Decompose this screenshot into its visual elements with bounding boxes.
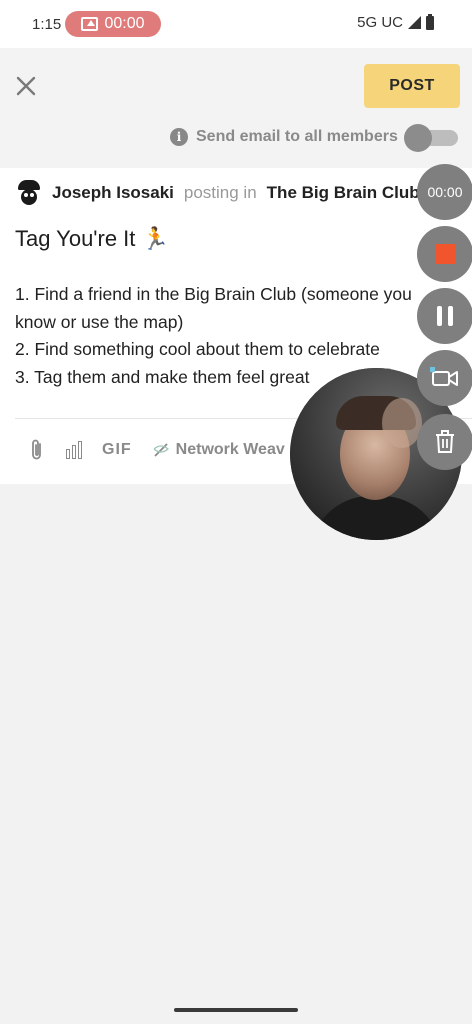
post-title[interactable]: Tag You're It 🏃 — [15, 226, 169, 252]
toggle-camera-button[interactable] — [417, 350, 472, 406]
paperclip-icon[interactable] — [28, 438, 46, 462]
signal-icon — [408, 16, 421, 29]
post-toolbar: GIF Network Weav — [28, 438, 285, 462]
network-label: 5G UC — [357, 14, 403, 31]
send-email-toggle[interactable] — [404, 124, 460, 152]
network-weaver-button[interactable]: Network Weav — [152, 441, 285, 459]
post-button[interactable]: POST — [364, 64, 460, 108]
screen-recording-pill[interactable]: 00:00 — [65, 11, 161, 37]
screen-record-icon — [81, 17, 99, 31]
compose-header: POST i Send email to all members — [0, 48, 472, 168]
posting-in-label: posting in — [183, 183, 257, 202]
video-camera-icon — [430, 367, 458, 386]
pause-recording-button[interactable] — [417, 288, 472, 344]
author-row: Joseph Isosaki posting in The Big Brain … — [16, 180, 440, 206]
status-indicators: 5G UC — [357, 13, 434, 31]
bar-chart-icon[interactable] — [66, 441, 82, 459]
recording-timer: 00:00 — [104, 15, 145, 32]
network-weaver-label: Network Weav — [175, 441, 285, 458]
trash-icon — [436, 430, 454, 453]
close-button[interactable] — [12, 72, 40, 100]
camera-person-hand — [382, 398, 422, 448]
author-name: Joseph Isosaki — [52, 183, 174, 202]
status-time: 1:15 — [32, 16, 62, 33]
close-icon — [16, 76, 36, 96]
recorder-timer: 00:00 — [417, 164, 472, 220]
post-body-line: 1. Find a friend in the Big Brain Club (… — [15, 284, 412, 304]
gif-button[interactable]: GIF — [102, 441, 132, 459]
pause-icon — [434, 306, 456, 326]
avatar — [16, 180, 42, 206]
post-body-line: 2. Find something cool about them to cel… — [15, 339, 380, 359]
info-icon[interactable]: i — [170, 128, 188, 146]
battery-icon — [426, 13, 434, 30]
home-indicator[interactable] — [174, 1008, 298, 1012]
group-name[interactable]: The Big Brain Club [.. — [267, 183, 440, 203]
send-email-row: i Send email to all members — [170, 128, 398, 146]
toggle-thumb — [404, 124, 432, 152]
stop-icon — [435, 244, 455, 264]
post-body-line: know or use the map) — [15, 311, 184, 332]
needle-thread-icon — [153, 443, 169, 457]
stop-recording-button[interactable] — [417, 226, 472, 282]
send-email-label: Send email to all members — [196, 128, 398, 145]
delete-recording-button[interactable] — [417, 414, 472, 470]
status-bar: 1:15 00:00 5G UC — [0, 0, 472, 48]
